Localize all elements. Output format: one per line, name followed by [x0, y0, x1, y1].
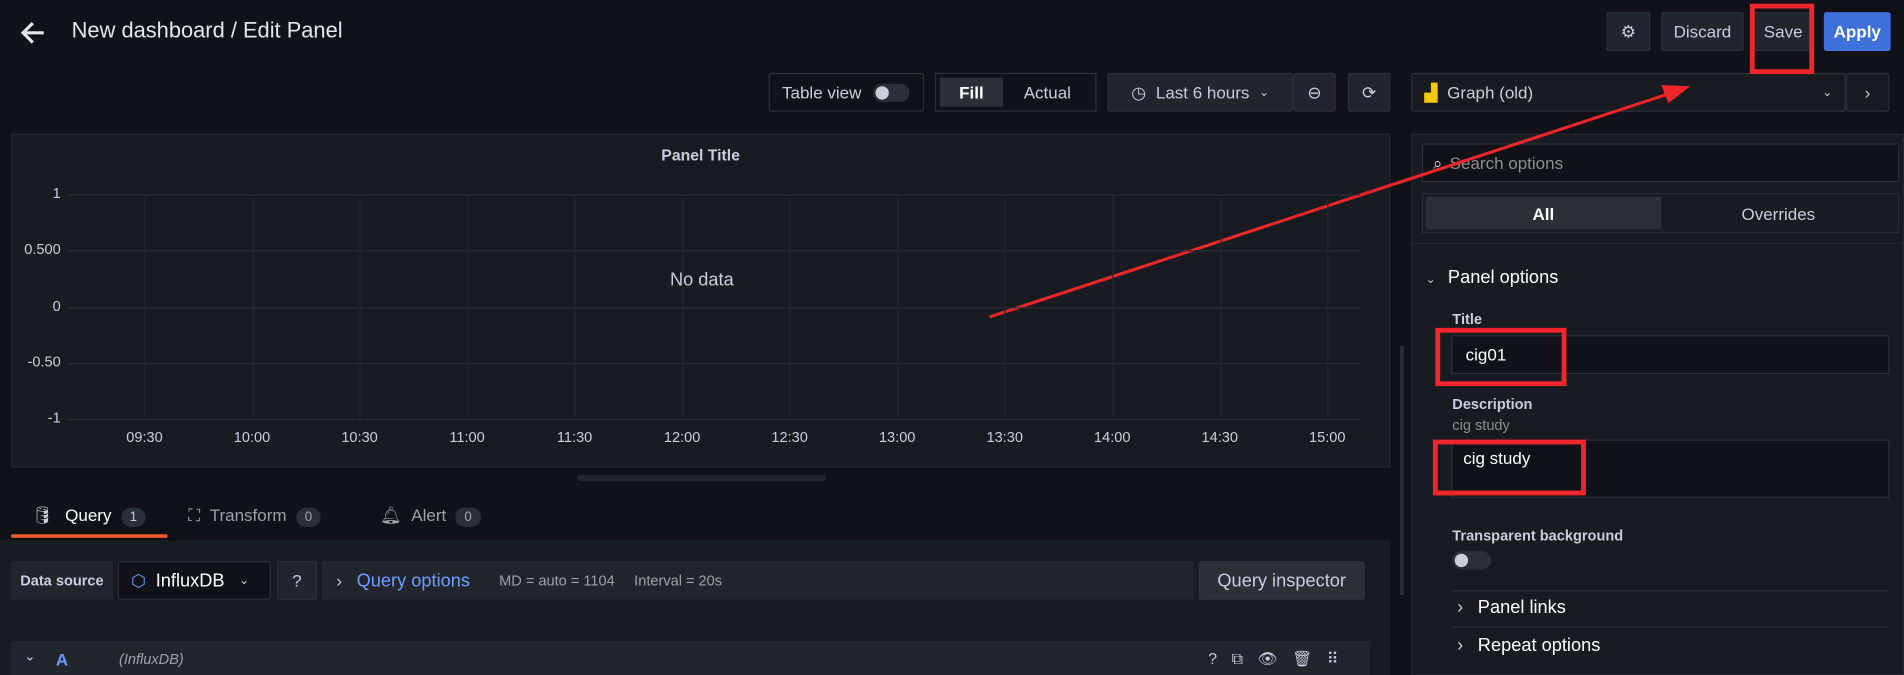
- y-tick-label: -1: [47, 409, 61, 427]
- x-tick-label: 10:00: [233, 428, 271, 446]
- grid-line-v: [467, 194, 469, 421]
- grid-line-v: [359, 194, 361, 421]
- y-tick-label: 1: [52, 184, 61, 202]
- x-tick-label: 14:30: [1201, 428, 1238, 446]
- grid-line-v: [1327, 194, 1329, 421]
- grid-line-h: [68, 194, 1361, 196]
- grid-line-v: [252, 194, 254, 421]
- x-tick-label: 12:30: [771, 428, 808, 446]
- x-tick-label: 12:00: [663, 428, 701, 446]
- grid-line-h: [68, 250, 1361, 252]
- y-tick-label: -0.50: [27, 353, 61, 371]
- x-tick-label: 14:00: [1093, 428, 1131, 446]
- x-tick-label: 15:00: [1309, 428, 1346, 446]
- x-tick-label: 10:30: [341, 428, 378, 446]
- grid-line-v: [1112, 194, 1114, 421]
- grid-line-h: [68, 306, 1361, 308]
- grid-line-v: [682, 194, 684, 421]
- annotation-arrow: [989, 85, 1691, 319]
- x-tick-label: 11:00: [449, 428, 485, 446]
- grid-line-h: [68, 418, 1361, 421]
- x-tick-label: 13:30: [986, 428, 1023, 446]
- y-tick-label: 0.500: [24, 240, 61, 258]
- grid-line-v: [144, 194, 146, 421]
- grid-line-v: [1004, 194, 1006, 421]
- grid-line-v: [897, 194, 899, 421]
- y-tick-label: 0: [52, 296, 61, 314]
- x-tick-label: 09:30: [126, 428, 163, 446]
- grid-line-v: [574, 194, 576, 421]
- grid-line-v: [1219, 194, 1221, 421]
- x-tick-label: 11:30: [556, 428, 593, 446]
- grid-line-h: [68, 362, 1361, 364]
- x-tick-label: 13:00: [878, 428, 916, 446]
- grid-line-v: [789, 194, 791, 421]
